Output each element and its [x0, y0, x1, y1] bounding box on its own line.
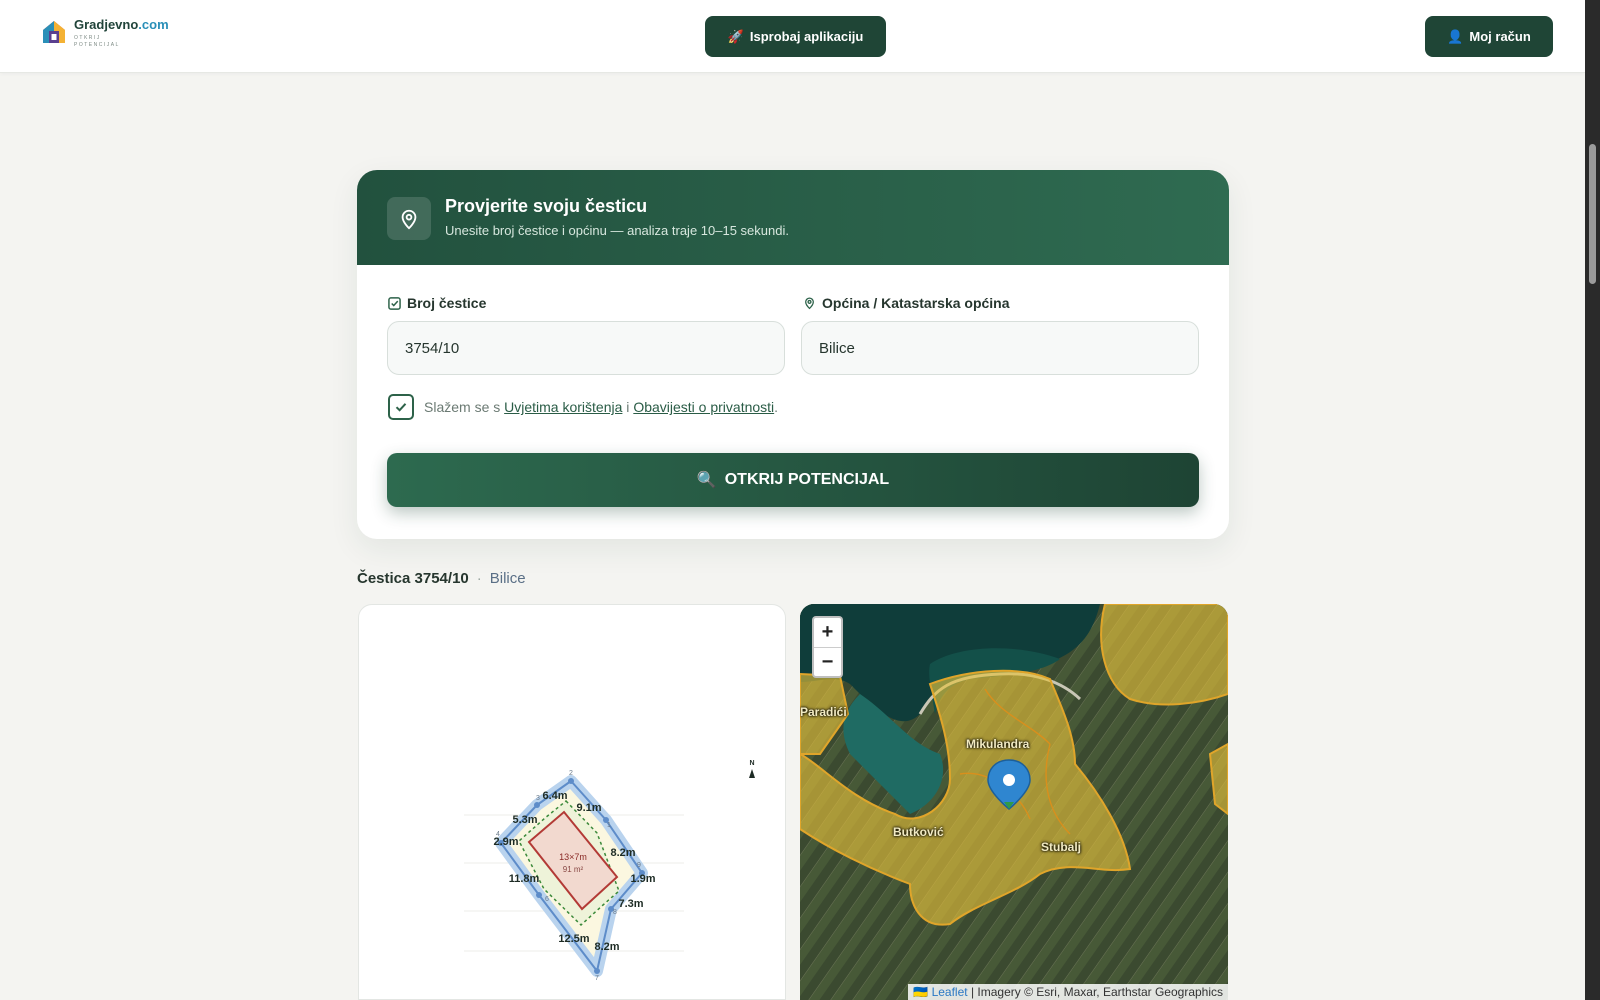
logo-tagline: OTKRIJ POTENCIJAL [74, 35, 120, 48]
ukraine-flag-icon: 🇺🇦 [913, 985, 929, 999]
svg-text:1: 1 [607, 822, 611, 829]
terms-and: i [626, 399, 630, 415]
side-label: 12.5m [558, 933, 589, 945]
zoom-out-button[interactable]: − [814, 647, 841, 676]
parcel-diagram: 13×7m 91 m² 6.4m 9.1m 5.3m 2.9m 8.2m 11.… [464, 760, 755, 982]
location-pin-icon [805, 297, 814, 310]
card-title: Provjerite svoju česticu [445, 196, 648, 216]
scrollbar-thumb[interactable] [1589, 144, 1596, 284]
map-place-label: Butković [893, 825, 944, 839]
zoom-controls: + − [812, 616, 843, 678]
parcel-plot-panel: 13×7m 91 m² 6.4m 9.1m 5.3m 2.9m 8.2m 11.… [358, 604, 786, 1000]
discover-potential-button[interactable]: 🔍 OTKRIJ POTENCIJAL [387, 453, 1199, 507]
side-label: 8.2m [610, 847, 635, 859]
result-place: Bilice [489, 570, 526, 587]
svg-text:3: 3 [536, 795, 540, 802]
building-area: 91 m² [563, 865, 584, 874]
terms-checkbox[interactable] [388, 394, 414, 420]
account-button[interactable]: 👤 Moj račun [1425, 16, 1553, 57]
svg-text:7: 7 [595, 975, 599, 982]
rocket-icon: 🚀 [727, 28, 744, 44]
map-imagery [800, 604, 1228, 1000]
satellite-map[interactable]: + − Mikulandra Butković Stubalj Paradići… [800, 604, 1228, 1000]
result-parcel: Čestica 3754/10 [357, 570, 469, 587]
parcel-number-input[interactable] [387, 321, 785, 375]
building-dimensions: 13×7m [559, 852, 587, 862]
north-label: N [749, 760, 754, 767]
top-navbar: Gradjevno.com OTKRIJ POTENCIJAL 🚀 Isprob… [0, 0, 1585, 73]
card-header: Provjerite svoju česticu Unesite broj če… [357, 170, 1229, 265]
logo[interactable]: Gradjevno.com OTKRIJ POTENCIJAL [40, 18, 169, 48]
side-label: 7.3m [618, 898, 643, 910]
parcel-number-label: Broj čestice [388, 295, 486, 311]
search-icon: 🔍 [696, 472, 717, 489]
parcel-check-card: Provjerite svoju česticu Unesite broj če… [357, 170, 1229, 539]
map-place-label: Paradići [800, 705, 847, 719]
svg-text:2: 2 [569, 770, 573, 777]
zoom-in-button[interactable]: + [814, 618, 841, 647]
side-label: 11.8m [509, 873, 540, 885]
try-app-button[interactable]: 🚀 Isprobaj aplikaciju [705, 16, 886, 57]
location-pin-icon [387, 197, 431, 240]
side-label: 9.1m [576, 802, 601, 814]
svg-text:6: 6 [545, 896, 549, 903]
svg-text:4: 4 [496, 831, 500, 838]
north-arrow-icon [749, 769, 755, 778]
terms-prefix: Slažem se s [424, 399, 501, 415]
side-label: 1.9m [630, 873, 655, 885]
side-label: 6.4m [542, 790, 567, 802]
svg-text:9: 9 [637, 862, 641, 869]
logo-name: Gradjevno.com [74, 17, 169, 32]
page-scrollbar[interactable] [1585, 0, 1600, 1000]
checkmark-icon [395, 403, 407, 412]
map-place-label: Stubalj [1041, 840, 1082, 854]
municipality-input[interactable] [801, 321, 1199, 375]
card-subtitle: Unesite broj čestice i općinu — analiza … [445, 223, 789, 238]
side-label: 5.3m [512, 814, 537, 826]
house-logo-icon [43, 21, 65, 43]
side-label: 8.2m [594, 941, 619, 953]
leaflet-link[interactable]: Leaflet [932, 985, 968, 999]
checkbox-icon [388, 296, 401, 310]
user-icon: 👤 [1447, 28, 1464, 44]
svg-text:8: 8 [613, 909, 617, 916]
terms-consent: Slažem se s Uvjetima korištenja i Obavij… [388, 394, 778, 420]
privacy-link[interactable]: Obavijesti o privatnosti [633, 399, 774, 415]
map-place-label: Mikulandra [966, 737, 1030, 751]
result-heading: Čestica 3754/10 · Bilice [357, 570, 526, 587]
municipality-label: Općina / Katastarska općina [803, 295, 1010, 311]
map-attribution: 🇺🇦 Leaflet | Imagery © Esri, Maxar, Eart… [908, 984, 1228, 1000]
terms-link[interactable]: Uvjetima korištenja [504, 399, 622, 415]
